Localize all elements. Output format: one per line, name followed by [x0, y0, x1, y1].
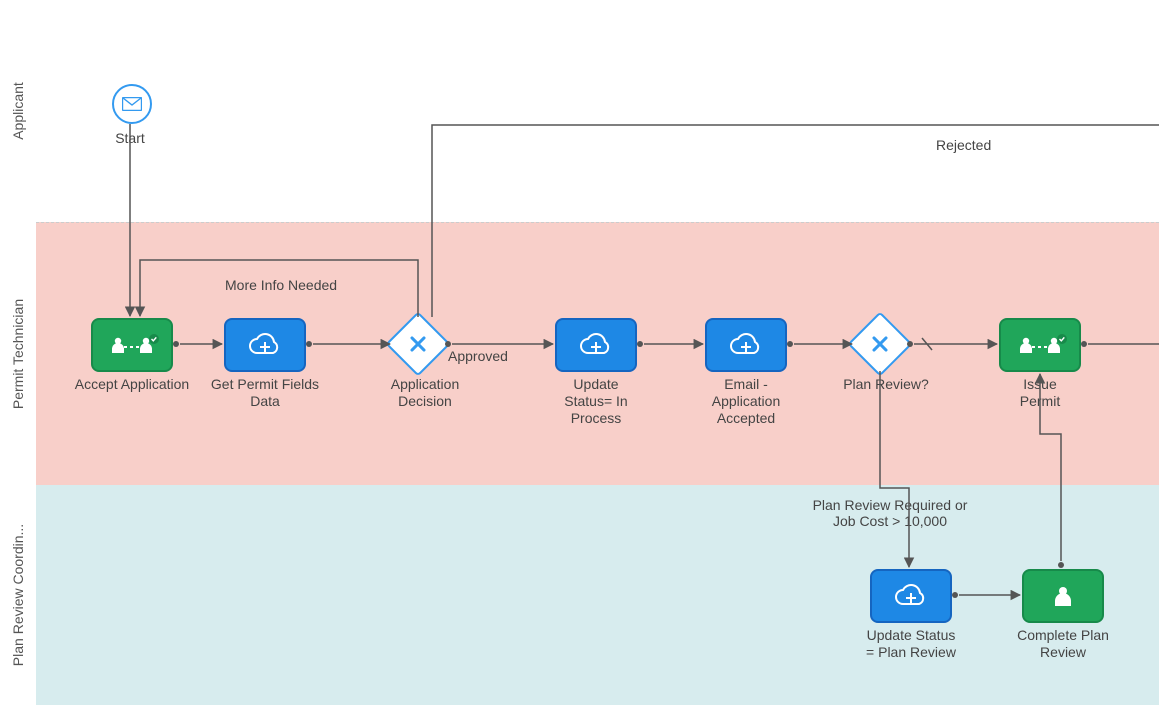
- start-event[interactable]: [112, 84, 152, 124]
- envelope-icon: [122, 97, 142, 111]
- user-icon: [1048, 582, 1078, 610]
- bpmn-canvas: Applicant Permit Technician Plan Review …: [0, 0, 1159, 705]
- task-update-status-inprocess[interactable]: [555, 318, 637, 372]
- lane-body-coord: [36, 485, 1159, 705]
- cloud-icon: [245, 331, 285, 359]
- edge-label-more-info: More Info Needed: [225, 277, 337, 293]
- gateway-plan-review[interactable]: [857, 321, 903, 367]
- task-label: Complete Plan Review: [1016, 627, 1110, 661]
- lane-label-applicant: Applicant: [0, 0, 37, 222]
- edge-label-rejected: Rejected: [936, 137, 991, 153]
- task-label: Get Permit Fields Data: [204, 376, 326, 410]
- cloud-icon: [726, 331, 766, 359]
- user-task-icon: [104, 331, 160, 359]
- task-update-status-planreview[interactable]: [870, 569, 952, 623]
- task-label: Update Status= In Process: [550, 376, 642, 426]
- lane-label-coord: Plan Review Coordin...: [0, 485, 37, 705]
- gateway-label: Application Decision: [380, 376, 470, 410]
- cloud-icon: [891, 582, 931, 610]
- start-label: Start: [100, 130, 160, 147]
- task-email-accepted[interactable]: [705, 318, 787, 372]
- lane-body-applicant: [36, 0, 1159, 222]
- gateway-application-decision[interactable]: [395, 321, 441, 367]
- edge-label-plan-required: Plan Review Required or Job Cost > 10,00…: [810, 497, 970, 529]
- lane-label-text: Permit Technician: [10, 298, 26, 408]
- lane-label-text: Applicant: [10, 82, 26, 140]
- task-complete-plan-review[interactable]: [1022, 569, 1104, 623]
- user-task-icon: [1012, 331, 1068, 359]
- task-accept-application[interactable]: [91, 318, 173, 372]
- cloud-icon: [576, 331, 616, 359]
- lane-label-text: Plan Review Coordin...: [10, 524, 26, 666]
- task-label: Update Status = Plan Review: [864, 627, 958, 661]
- edge-label-approved: Approved: [448, 348, 508, 364]
- task-label: Email - Application Accepted: [690, 376, 802, 426]
- gateway-label: Plan Review?: [838, 376, 934, 393]
- task-issue-permit[interactable]: [999, 318, 1081, 372]
- lane-label-tech: Permit Technician: [0, 222, 37, 485]
- task-label: Accept Application: [70, 376, 194, 393]
- task-get-permit-fields[interactable]: [224, 318, 306, 372]
- task-label: Issue Permit: [1010, 376, 1070, 410]
